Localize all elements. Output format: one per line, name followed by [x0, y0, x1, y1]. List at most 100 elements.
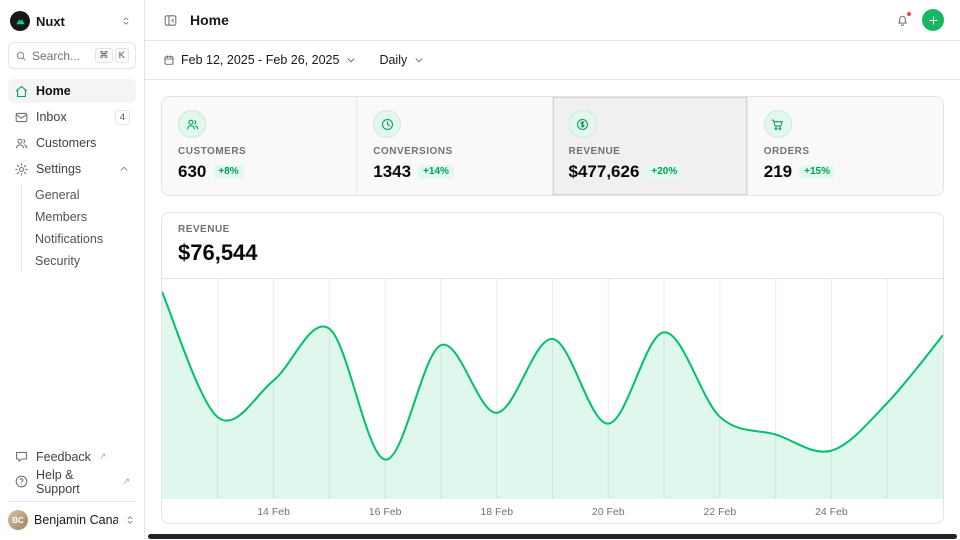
help-circle-icon: [14, 474, 29, 489]
submenu-label: Members: [35, 210, 87, 224]
search-icon: [15, 50, 27, 62]
chart-header: Revenue $76,544: [162, 213, 943, 279]
stat-label: Customers: [178, 146, 340, 157]
kbd-k: K: [115, 48, 129, 63]
users-icon: [14, 136, 29, 151]
stat-label: Orders: [764, 146, 927, 157]
svg-text:14 Feb: 14 Feb: [257, 506, 290, 518]
stat-card-customers[interactable]: Customers 630 +8%: [162, 97, 357, 195]
stat-delta-badge: +8%: [213, 165, 243, 179]
sidebar-header: Nuxt: [8, 8, 136, 34]
sidebar-item-home[interactable]: Home: [8, 79, 136, 103]
stat-card-orders[interactable]: Orders 219 +15%: [748, 97, 943, 195]
dollar-circle-icon: [569, 110, 597, 138]
footer-label: Feedback: [36, 450, 91, 464]
footer-label: Help & Support: [36, 468, 114, 496]
horizontal-scrollbar[interactable]: [148, 534, 957, 539]
main-header: Home: [145, 0, 960, 41]
search-shortcut: ⌘K: [95, 48, 129, 63]
user-name: Benjamin Canac: [34, 513, 118, 527]
add-button[interactable]: [922, 9, 944, 31]
stat-label: Revenue: [569, 146, 731, 157]
stat-value: 630: [178, 162, 206, 182]
kbd-cmd: ⌘: [95, 48, 113, 63]
filters-toolbar: Feb 12, 2025 - Feb 26, 2025 Daily: [145, 41, 960, 80]
sidebar-item-members[interactable]: Members: [31, 206, 136, 228]
granularity-label: Daily: [379, 53, 407, 67]
stat-value: 1343: [373, 162, 411, 182]
notification-dot: [906, 11, 912, 17]
granularity-select[interactable]: Daily: [377, 49, 427, 71]
stat-delta-badge: +20%: [646, 165, 682, 179]
svg-text:20 Feb: 20 Feb: [592, 506, 625, 518]
sidebar: Nuxt Search... ⌘K Home Inbox 4: [0, 0, 145, 540]
stat-delta-badge: +15%: [799, 165, 835, 179]
sidebar-item-settings[interactable]: Settings: [8, 157, 136, 181]
sidebar-collapse-button[interactable]: [118, 13, 134, 29]
sidebar-item-label: Inbox: [36, 110, 67, 124]
inbox-count-badge: 4: [115, 110, 130, 125]
gear-icon: [14, 162, 29, 177]
external-link-icon: ↗: [99, 451, 107, 462]
panel-left-icon: [163, 13, 178, 28]
chevron-updown-icon: [120, 15, 132, 27]
submenu-label: General: [35, 188, 79, 202]
sidebar-item-notifications[interactable]: Notifications: [31, 228, 136, 250]
chart-plot[interactable]: 14 Feb 16 Feb 18 Feb 20 Feb 22 Feb 24 Feb: [162, 279, 943, 523]
chevron-down-icon: [345, 54, 357, 66]
avatar: BC: [8, 510, 28, 530]
notifications-button[interactable]: [893, 11, 912, 30]
sidebar-item-label: Settings: [36, 162, 81, 176]
date-range-label: Feb 12, 2025 - Feb 26, 2025: [181, 53, 339, 67]
chart-title: Revenue: [178, 224, 927, 235]
svg-text:16 Feb: 16 Feb: [369, 506, 402, 518]
stat-delta-badge: +14%: [418, 165, 454, 179]
stats-row: Customers 630 +8% Conversions 1343 +14%: [161, 96, 944, 196]
stat-value: 219: [764, 162, 792, 182]
inbox-icon: [14, 110, 29, 125]
panel-toggle-button[interactable]: [161, 11, 180, 30]
sidebar-nav: Home Inbox 4 Customers Settings General …: [8, 79, 136, 272]
search-placeholder: Search...: [32, 49, 90, 63]
search-input[interactable]: Search... ⌘K: [8, 42, 136, 69]
submenu-label: Notifications: [35, 232, 103, 246]
chat-bubble-icon: [14, 449, 29, 464]
user-menu[interactable]: BC Benjamin Canac: [8, 501, 136, 530]
svg-text:24 Feb: 24 Feb: [815, 506, 848, 518]
sidebar-item-inbox[interactable]: Inbox 4: [8, 105, 136, 129]
stat-label: Conversions: [373, 146, 535, 157]
clock-icon: [373, 110, 401, 138]
submenu-label: Security: [35, 254, 80, 268]
sidebar-footer: Feedback ↗ Help & Support ↗: [8, 445, 136, 493]
svg-text:22 Feb: 22 Feb: [704, 506, 737, 518]
chart-total-value: $76,544: [178, 240, 927, 266]
feedback-link[interactable]: Feedback ↗: [8, 445, 136, 468]
chevron-down-icon: [413, 54, 425, 66]
brand-name: Nuxt: [36, 14, 65, 29]
dashboard-content: Customers 630 +8% Conversions 1343 +14%: [145, 80, 960, 540]
help-support-link[interactable]: Help & Support ↗: [8, 470, 136, 493]
main-area: Home Feb 12, 2025 - Feb 26, 2025 Daily: [145, 0, 960, 540]
calendar-icon: [163, 54, 175, 66]
nuxt-logo: [10, 11, 30, 31]
sidebar-item-label: Home: [36, 84, 71, 98]
external-link-icon: ↗: [122, 476, 130, 487]
stat-card-revenue[interactable]: Revenue $477,626 +20%: [553, 97, 748, 195]
sidebar-item-general[interactable]: General: [31, 184, 136, 206]
home-icon: [14, 84, 29, 99]
sidebar-item-customers[interactable]: Customers: [8, 131, 136, 155]
svg-text:18 Feb: 18 Feb: [480, 506, 513, 518]
page-title: Home: [190, 12, 229, 28]
app-window: Nuxt Search... ⌘K Home Inbox 4: [0, 0, 960, 540]
plus-icon: [927, 14, 940, 27]
sidebar-item-label: Customers: [36, 136, 96, 150]
stat-value: $477,626: [569, 162, 640, 182]
revenue-chart-card: Revenue $76,544 14 Feb 16 Feb 18 Feb 20 Feb…: [161, 212, 944, 524]
sidebar-item-security[interactable]: Security: [31, 250, 136, 272]
stat-card-conversions[interactable]: Conversions 1343 +14%: [357, 97, 552, 195]
settings-submenu: General Members Notifications Security: [21, 184, 136, 272]
chevron-up-icon: [118, 163, 130, 175]
date-range-picker[interactable]: Feb 12, 2025 - Feb 26, 2025: [161, 49, 359, 71]
chevron-updown-icon: [124, 514, 136, 526]
shopping-cart-icon: [764, 110, 792, 138]
